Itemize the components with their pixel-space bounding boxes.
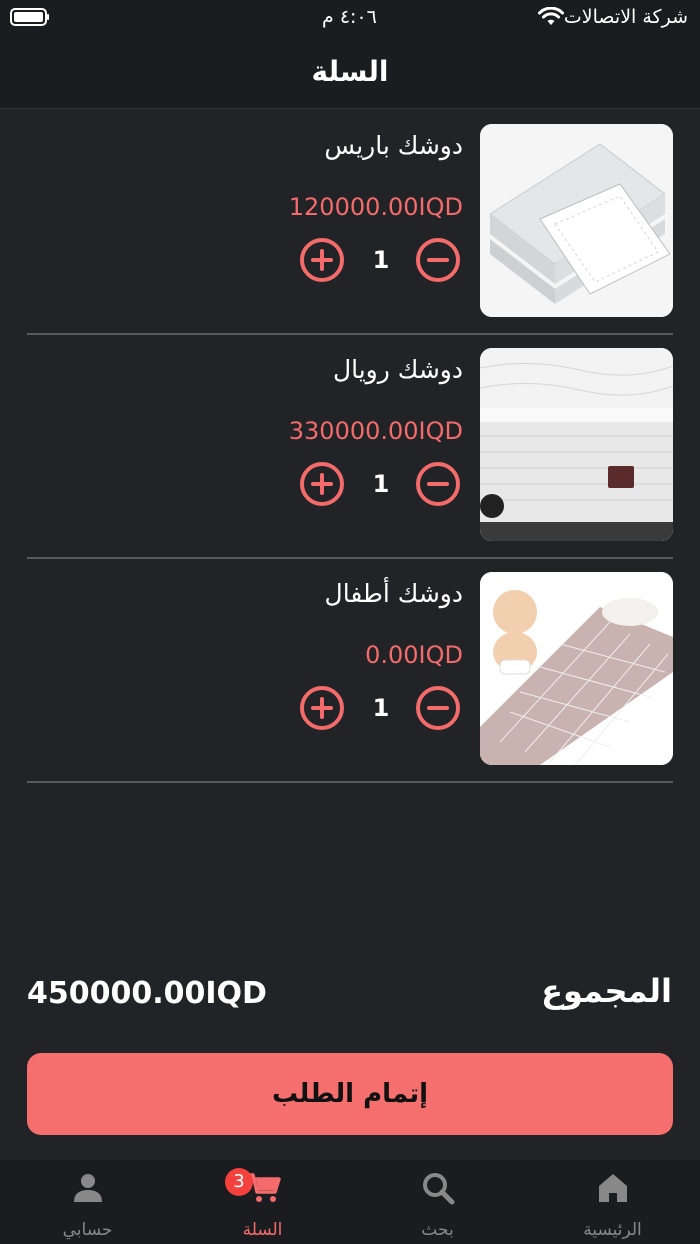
cart-item: دوشك رويال 330000.00IQD 1	[27, 333, 673, 559]
status-time: ٤:٠٦ م	[322, 6, 377, 28]
product-image-kids-mattress[interactable]	[480, 572, 673, 765]
quantity-value: 1	[372, 694, 390, 722]
bottom-tab-bar: الرئيسية بحث 3 السلة حسابي	[0, 1160, 700, 1244]
product-name: دوشك باريس	[324, 131, 463, 160]
tab-account[interactable]: حسابي	[0, 1160, 175, 1244]
decrease-quantity-button[interactable]	[415, 461, 461, 507]
page-header: السلة	[0, 36, 700, 109]
search-icon	[423, 1173, 455, 1205]
cart-item: دوشك باريس 120000.00IQD 1	[27, 109, 673, 335]
tab-cart[interactable]: 3 السلة	[175, 1160, 350, 1244]
status-carrier: شركة الاتصالات	[530, 6, 688, 28]
tab-cart-label: السلة	[242, 1220, 283, 1240]
page-title: السلة	[311, 55, 389, 88]
cart-count-badge: 3	[225, 1168, 253, 1196]
total-label: المجموع	[541, 972, 672, 1010]
increase-quantity-button[interactable]	[299, 237, 345, 283]
user-icon	[74, 1174, 102, 1202]
checkout-button[interactable]: إتمام الطلب	[27, 1053, 673, 1135]
home-icon	[599, 1174, 627, 1202]
quantity-value: 1	[372, 470, 390, 498]
product-price: 120000.00IQD	[288, 193, 463, 221]
status-bar: ٤:٠٦ م شركة الاتصالات	[0, 0, 700, 36]
product-image-mattress[interactable]	[480, 124, 673, 317]
product-name: دوشك أطفال	[324, 579, 463, 608]
wifi-icon	[537, 7, 564, 25]
total-value: 450000.00IQD	[27, 976, 267, 1011]
tab-account-label: حسابي	[62, 1220, 113, 1240]
battery-icon	[10, 8, 49, 26]
increase-quantity-button[interactable]	[299, 685, 345, 731]
carrier-name: شركة الاتصالات	[563, 6, 688, 28]
tab-search-label: بحث	[421, 1220, 454, 1240]
increase-quantity-button[interactable]	[299, 461, 345, 507]
quantity-value: 1	[372, 246, 390, 274]
tab-home-label: الرئيسية	[583, 1220, 642, 1240]
decrease-quantity-button[interactable]	[415, 237, 461, 283]
decrease-quantity-button[interactable]	[415, 685, 461, 731]
product-image-mattress[interactable]	[480, 348, 673, 541]
cart-item: دوشك أطفال 0.00IQD 1	[27, 557, 673, 783]
product-price: 330000.00IQD	[288, 417, 463, 445]
product-name: دوشك رويال	[332, 355, 463, 384]
product-price: 0.00IQD	[365, 641, 463, 669]
tab-search[interactable]: بحث	[350, 1160, 525, 1244]
tab-home[interactable]: الرئيسية	[525, 1160, 700, 1244]
